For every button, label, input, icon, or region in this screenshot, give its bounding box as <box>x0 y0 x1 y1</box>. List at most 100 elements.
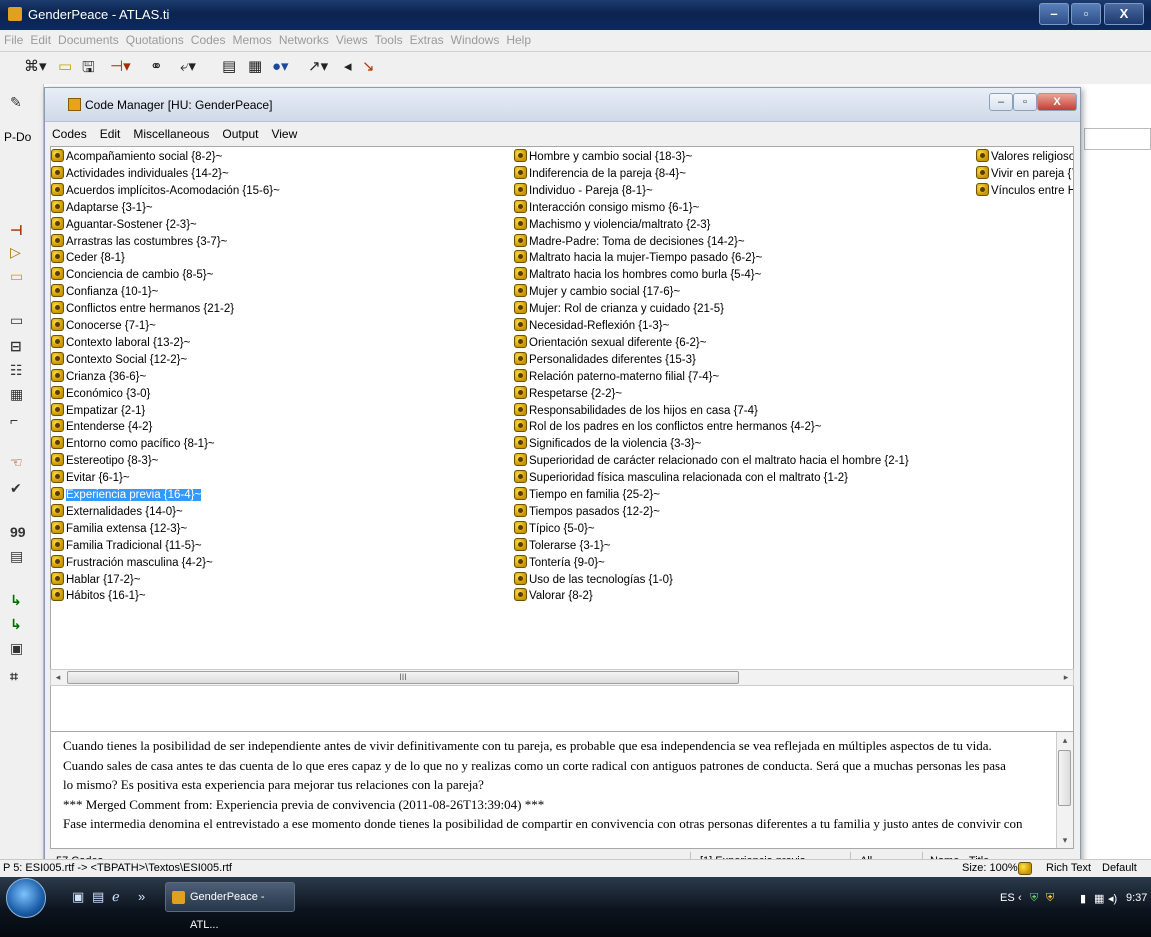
table-icon[interactable]: ▦ <box>10 386 23 403</box>
show-desktop-icon[interactable]: ▣ <box>72 889 84 905</box>
code-list-item[interactable]: Experiencia previa {16-4}~ <box>51 487 202 503</box>
cm-menu-edit[interactable]: Edit <box>93 124 127 141</box>
cm-menu-misc[interactable]: Miscellaneous <box>126 124 215 141</box>
maximize-button[interactable]: ▫ <box>1071 3 1101 25</box>
code-list-item[interactable]: Acompañamiento social {8-2}~ <box>51 149 222 165</box>
code-list-item[interactable]: Entenderse {4-2} <box>51 419 152 435</box>
code-list-item[interactable]: Relación paterno-materno filial {7-4}~ <box>514 368 719 385</box>
start-button[interactable] <box>6 878 46 918</box>
code-list-item[interactable]: Ceder {8-1} <box>51 250 125 266</box>
quote-icon[interactable]: 99 <box>10 524 26 540</box>
rect-icon[interactable]: ▭ <box>10 312 23 329</box>
menu-file[interactable]: File <box>0 30 26 47</box>
code-list-item[interactable]: Superioridad física masculina relacionad… <box>514 470 848 486</box>
code-list-item[interactable]: Confianza {10-1}~ <box>51 284 158 300</box>
code-comment-pane[interactable]: Cuando tienes la posibilidad de ser inde… <box>50 731 1074 849</box>
code-list-item[interactable]: Responsabilidades de los hijos en casa {… <box>514 402 758 419</box>
code-list-item[interactable]: Familia Tradicional {11-5}~ <box>51 537 202 554</box>
pointer-icon[interactable]: ↗▾ <box>308 57 328 75</box>
hand-icon[interactable]: ☜ <box>10 454 23 471</box>
menu-windows[interactable]: Windows <box>447 30 503 47</box>
layout-icon[interactable]: ☷ <box>10 362 23 379</box>
main-title-bar[interactable]: GenderPeace - ATLAS.ti – ▫ X <box>0 0 1151 30</box>
close-button[interactable]: X <box>1104 3 1144 25</box>
code-list-item[interactable]: Necesidad-Reflexión {1-3}~ <box>514 318 669 334</box>
cm-menu-output[interactable]: Output <box>215 124 264 141</box>
code-list-item[interactable]: Tiempo en familia {25-2}~ <box>514 487 660 503</box>
scroll-right-icon[interactable]: ▸ <box>1059 670 1073 685</box>
code-list-item[interactable]: Vínculos entre He <box>976 182 1073 199</box>
code-icon[interactable]: ⊣▾ <box>110 57 131 75</box>
code-list-item[interactable]: Hábitos {16-1}~ <box>51 588 146 604</box>
code-list-item[interactable]: Mujer y cambio social {17-6}~ <box>514 284 680 300</box>
cm-menu-codes[interactable]: Codes <box>45 124 93 141</box>
code-list-item[interactable]: Maltrato hacia la mujer-Tiempo pasado {6… <box>514 250 762 266</box>
pdoc-combo[interactable] <box>1084 128 1151 150</box>
scroll-left-icon[interactable]: ◂ <box>51 670 65 685</box>
check-icon[interactable]: ↘ <box>362 57 375 75</box>
menu-memos[interactable]: Memos <box>228 30 274 47</box>
code-list-item[interactable]: Frustración masculina {4-2}~ <box>51 554 213 571</box>
comment-vscrollbar[interactable]: ▴ ▾ <box>1056 732 1073 848</box>
scroll-down-icon[interactable]: ▾ <box>1057 832 1073 848</box>
battery-icon[interactable]: ▮ <box>1080 892 1086 905</box>
arrow-icon[interactable]: ◂ <box>344 57 352 75</box>
code-link-icon[interactable]: ↳ <box>10 592 22 609</box>
code-list-item[interactable]: Tiempos pasados {12-2}~ <box>514 503 660 520</box>
code-list-item[interactable]: Tolerarse {3-1}~ <box>514 537 611 554</box>
dialog-maximize-button[interactable]: ▫ <box>1013 93 1037 111</box>
clock[interactable]: 9:37 <box>1126 892 1147 904</box>
switch-windows-icon[interactable]: ▤ <box>92 889 104 905</box>
code-list-item[interactable]: Típico {5-0}~ <box>514 520 595 537</box>
code-list-item[interactable]: Familia extensa {12-3}~ <box>51 520 187 537</box>
menu-edit[interactable]: Edit <box>26 30 54 47</box>
vscroll-thumb[interactable] <box>1058 750 1071 806</box>
code-list-item[interactable]: Empatizar {2-1} <box>51 402 145 419</box>
panel-icon[interactable]: ▭ <box>10 268 23 285</box>
menu-views[interactable]: Views <box>332 30 371 47</box>
code-list-item[interactable]: Económico {3-0} <box>51 385 150 402</box>
code-list-item[interactable]: Orientación sexual diferente {6-2}~ <box>514 334 706 351</box>
code-list-item[interactable]: Externalidades {14-0}~ <box>51 503 183 520</box>
code-list-item[interactable]: Contexto laboral {13-2}~ <box>51 334 190 351</box>
more-icon[interactable]: » <box>138 889 145 904</box>
code-list-item[interactable]: Interacción consigo mismo {6-1}~ <box>514 199 699 216</box>
code-list-item[interactable]: Valorar {8-2} <box>514 588 593 604</box>
menu-tools[interactable]: Tools <box>371 30 406 47</box>
code-list-item[interactable]: Vivir en pareja {7- <box>976 165 1073 182</box>
comment-text[interactable]: Cuando tienes la posibilidad de ser inde… <box>63 736 1053 834</box>
code-list-item[interactable]: Entorno como pacífico {8-1}~ <box>51 436 215 452</box>
menu-codes[interactable]: Codes <box>187 30 229 47</box>
security-icon[interactable]: ⛨ <box>1030 892 1038 905</box>
code-list[interactable]: Acompañamiento social {8-2}~ Actividades … <box>50 146 1074 736</box>
code-list-item[interactable]: Evitar {6-1}~ <box>51 470 130 486</box>
code-list-item[interactable]: Rol de los padres en los conflictos entr… <box>514 419 821 435</box>
code-list-item[interactable]: Conciencia de cambio {8-5}~ <box>51 267 213 283</box>
code-list-item[interactable]: Mujer: Rol de crianza y cuidado {21-5} <box>514 301 724 317</box>
code-list-item[interactable]: Contexto Social {12-2}~ <box>51 351 187 368</box>
cm-menu-view[interactable]: View <box>264 124 303 141</box>
code-list-item[interactable]: Conocerse {7-1}~ <box>51 318 156 334</box>
menu-quotations[interactable]: Quotations <box>122 30 187 47</box>
code-list-item[interactable]: Crianza {36-6}~ <box>51 368 146 385</box>
pencil-icon[interactable]: ✎ <box>10 94 22 111</box>
tray-chevron-icon[interactable]: ‹ <box>1018 892 1022 904</box>
dialog-minimize-button[interactable]: – <box>989 93 1013 111</box>
network-tray-icon[interactable]: ▦ <box>1094 892 1104 905</box>
code-list-item[interactable]: Madre-Padre: Toma de decisiones {14-2}~ <box>514 233 745 250</box>
language-indicator[interactable]: ES <box>1000 892 1015 904</box>
grid-icon[interactable]: ▤ <box>10 548 23 565</box>
menu-help[interactable]: Help <box>502 30 534 47</box>
save-icon[interactable]: 🖫 <box>82 57 95 82</box>
code-list-item[interactable]: Significados de la violencia {3-3}~ <box>514 436 701 452</box>
code-list-item[interactable]: Aguantar-Sostener {2-3}~ <box>51 216 197 233</box>
box-icon[interactable]: ▣ <box>10 640 23 657</box>
code-list-item[interactable]: Respetarse {2-2}~ <box>514 385 622 402</box>
code-list-item[interactable]: Estereotipo {8-3}~ <box>51 453 158 469</box>
code-list-item[interactable]: Individuo - Pareja {8-1}~ <box>514 182 653 199</box>
coding-icon[interactable]: ⊣ <box>10 222 23 239</box>
ie-icon[interactable]: ℯ <box>112 889 120 905</box>
open-icon[interactable]: ⤶▾ <box>180 57 196 75</box>
split-icon[interactable]: ⊟ <box>10 338 22 355</box>
volume-icon[interactable]: ◂) <box>1108 892 1117 905</box>
